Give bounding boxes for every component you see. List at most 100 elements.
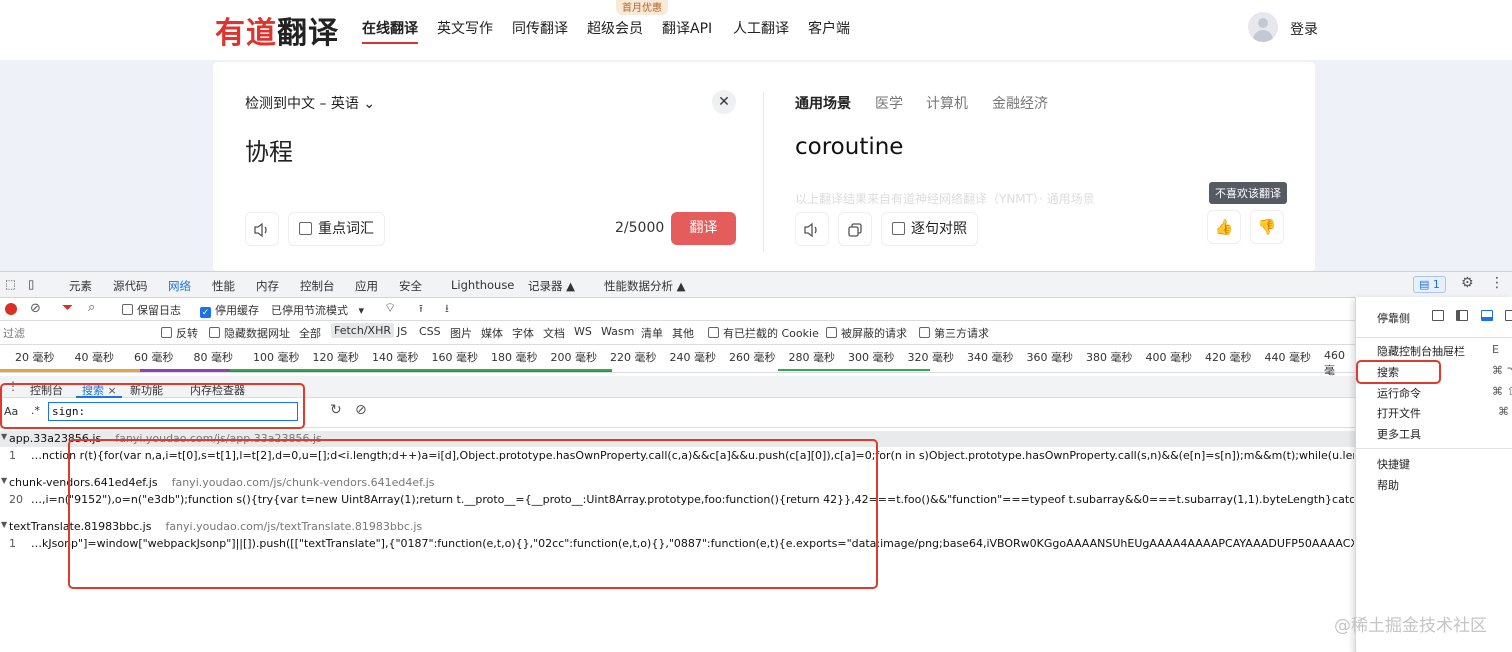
nav-translate-api[interactable]: 翻译API: [662, 18, 712, 38]
tab-security[interactable]: 安全: [399, 278, 422, 294]
import-har-icon[interactable]: ⭱: [419, 300, 423, 319]
tab-console[interactable]: 控制台: [300, 278, 335, 294]
tab-performance[interactable]: 性能: [212, 278, 235, 294]
menu-item-more-tools[interactable]: 更多工具: [1377, 426, 1421, 442]
preserve-log-checkbox[interactable]: 保留日志: [122, 302, 181, 318]
export-har-icon[interactable]: ⭳: [445, 300, 449, 319]
type-css[interactable]: CSS: [419, 325, 441, 338]
nav-online-translate[interactable]: 在线翻译: [362, 18, 418, 44]
third-party-checkbox[interactable]: 第三方请求: [919, 325, 989, 341]
settings-gear-icon[interactable]: ⚙: [1461, 275, 1474, 291]
timeline-tick-label: 260 毫秒: [729, 351, 776, 364]
clear-input-button[interactable]: ✕: [712, 90, 736, 114]
source-text[interactable]: 协程: [245, 132, 293, 167]
inspect-icon[interactable]: ⬚: [5, 277, 16, 291]
filter-input[interactable]: 过滤: [3, 325, 25, 341]
type-manifest[interactable]: 清单: [641, 325, 663, 341]
source-language-select[interactable]: 检测到中文 – 英语 ⌄: [245, 93, 375, 113]
tab-elements[interactable]: 元素: [69, 278, 92, 294]
issues-badge[interactable]: ▤ 1: [1413, 276, 1446, 293]
type-fetch-xhr[interactable]: Fetch/XHR: [331, 323, 394, 338]
timeline-tick-label: 380 毫秒: [1086, 351, 1133, 364]
checkbox-icon: [892, 222, 905, 235]
dock-right-icon[interactable]: [1505, 310, 1512, 321]
menu-item-hide-drawer[interactable]: 隐藏控制台抽屉栏: [1377, 343, 1465, 359]
scene-medical[interactable]: 医学: [875, 93, 903, 113]
device-toolbar-icon[interactable]: ▯: [28, 277, 34, 291]
menu-item-shortcuts[interactable]: 快捷键: [1377, 456, 1410, 472]
thumbs-down-icon: 👎: [1257, 218, 1277, 236]
hide-data-urls-checkbox[interactable]: 隐藏数据网址: [209, 325, 290, 341]
type-img[interactable]: 图片: [450, 325, 472, 341]
network-conditions-icon[interactable]: ⌔: [384, 300, 396, 316]
type-ws[interactable]: WS: [574, 325, 592, 338]
scene-computer[interactable]: 计算机: [926, 93, 968, 113]
tab-recorder[interactable]: 记录器 ▲: [528, 278, 575, 294]
menu-item-open-file[interactable]: 打开文件: [1377, 405, 1421, 421]
nav-simultaneous[interactable]: 同传翻译: [512, 18, 568, 38]
menu-item-run-command[interactable]: 运行命令: [1377, 385, 1421, 401]
dock-bottom-icon[interactable]: [1481, 310, 1493, 321]
type-js[interactable]: JS: [397, 325, 407, 338]
login-link[interactable]: 登录: [1290, 19, 1318, 39]
tab-memory[interactable]: 内存: [256, 278, 279, 294]
timeline-tick-label: 420 毫秒: [1205, 351, 1252, 364]
scene-general[interactable]: 通用场景: [795, 93, 851, 113]
like-button[interactable]: 👍: [1207, 210, 1241, 244]
type-doc[interactable]: 文档: [543, 325, 565, 341]
timeline-tick-label: 100 毫秒: [253, 351, 300, 364]
type-wasm[interactable]: Wasm: [601, 325, 634, 338]
type-media[interactable]: 媒体: [481, 325, 503, 341]
nav-english-writing[interactable]: 英文写作: [437, 18, 493, 38]
tab-sources[interactable]: 源代码: [113, 278, 148, 294]
timeline-tick-label: 180 毫秒: [491, 351, 538, 364]
nav-super-vip[interactable]: 超级会员: [587, 18, 643, 38]
timeline-tick-label: 240 毫秒: [669, 351, 717, 364]
type-other[interactable]: 其他: [672, 325, 694, 341]
clear-search-icon[interactable]: ⊘: [355, 402, 367, 418]
tab-lighthouse[interactable]: Lighthouse: [451, 278, 514, 292]
dislike-button[interactable]: 👎: [1250, 210, 1284, 244]
menu-shortcut: ⌘ ⇧: [1492, 385, 1512, 398]
dropdown-icon: ▾: [348, 304, 365, 317]
key-vocab-toggle[interactable]: 重点词汇: [288, 212, 385, 246]
type-all[interactable]: 全部: [299, 325, 321, 341]
tab-performance-insights[interactable]: 性能数据分析 ▲: [604, 278, 686, 294]
copy-button[interactable]: [838, 212, 872, 246]
disable-cache-checkbox[interactable]: ✓ 停用缓存: [200, 302, 259, 318]
undock-icon[interactable]: [1432, 310, 1444, 321]
more-options-icon[interactable]: ⋮: [1490, 275, 1504, 291]
menu-item-help[interactable]: 帮助: [1377, 477, 1399, 493]
annotation-box-menu-search: [1356, 360, 1441, 384]
tab-application[interactable]: 应用: [355, 278, 378, 294]
record-icon[interactable]: [5, 303, 17, 315]
result-speak-button[interactable]: [795, 212, 829, 246]
refresh-icon[interactable]: ↻: [330, 402, 342, 418]
blocked-cookies-checkbox[interactable]: 有已拦截的 Cookie: [708, 325, 819, 341]
scene-finance[interactable]: 金融经济: [992, 93, 1048, 113]
network-filter-bar: 过滤 反转 隐藏数据网址 全部 Fetch/XHR JS CSS 图片 媒体 字…: [0, 321, 1355, 345]
invert-checkbox[interactable]: 反转: [161, 325, 198, 341]
sentence-compare-toggle[interactable]: 逐句对照: [881, 212, 978, 246]
annotation-box-results: [68, 439, 878, 589]
network-toolbar: ⊘ ⏷ ⌕ 保留日志 ✓ 停用缓存 已停用节流模式 ▾ ⌔ ⭱ ⭳: [0, 298, 1355, 321]
type-font[interactable]: 字体: [512, 325, 534, 341]
source-speak-button[interactable]: [245, 212, 279, 246]
tab-network[interactable]: 网络: [162, 278, 197, 300]
promo-badge: 首月优惠: [616, 0, 668, 15]
nav-human-translate[interactable]: 人工翻译: [733, 18, 789, 38]
nav-client[interactable]: 客户端: [808, 18, 850, 38]
timeline-tick-label: 440 毫秒: [1264, 351, 1312, 364]
youdao-logo[interactable]: 有道翻译: [215, 8, 339, 52]
search-icon[interactable]: ⌕: [88, 300, 95, 315]
timeline-tick-label: 220 毫秒: [610, 351, 657, 364]
translate-button[interactable]: 翻译: [671, 212, 736, 245]
avatar[interactable]: [1248, 12, 1278, 42]
throttle-select[interactable]: 已停用节流模式 ▾: [271, 302, 364, 318]
clear-icon[interactable]: ⊘: [30, 301, 41, 316]
timeline-tick-label: 460 毫: [1324, 349, 1345, 377]
timeline-tick-label: 280 毫秒: [788, 351, 836, 364]
dock-left-icon[interactable]: [1456, 310, 1468, 321]
blocked-requests-checkbox[interactable]: 被屏蔽的请求: [826, 325, 907, 341]
filter-icon[interactable]: ⏷: [62, 300, 73, 316]
